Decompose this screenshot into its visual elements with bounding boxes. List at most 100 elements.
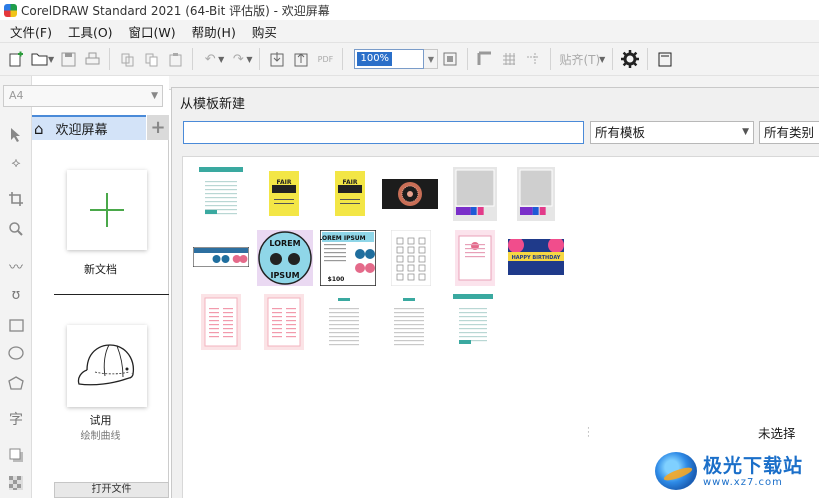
- crop-tool-icon[interactable]: [5, 188, 27, 210]
- cut-icon[interactable]: [115, 47, 139, 71]
- template-thumbnail-report-teal-2[interactable]: [453, 294, 493, 350]
- menu-buy[interactable]: 购买: [244, 22, 285, 41]
- snap-to-dropdown-icon[interactable]: ▼: [599, 55, 605, 64]
- page-size-dropdown[interactable]: A4 ▼: [3, 85, 163, 107]
- template-thumbnail-yellow-flyer-1[interactable]: FAIR: [264, 167, 304, 220]
- menu-file[interactable]: 文件(F): [6, 22, 60, 41]
- home-icon: ⌂: [34, 119, 44, 138]
- template-thumbnail-icon-sheet[interactable]: [391, 230, 431, 286]
- zoom-tool-icon[interactable]: [5, 218, 27, 240]
- template-thumbnail-pink-invite[interactable]: [455, 230, 495, 286]
- site-watermark: 极光下载站 www.xz7.com: [655, 448, 815, 494]
- watermark-main-text: 极光下载站: [703, 454, 804, 477]
- full-screen-preview-icon[interactable]: [438, 47, 462, 71]
- window-title: CorelDRAW Standard 2021 (64-Bit 评估版) - 欢…: [21, 3, 330, 18]
- document-tab-bar: ⌂ 欢迎屏幕 +: [32, 115, 169, 140]
- publish-pdf-icon[interactable]: PDF: [313, 47, 337, 71]
- category-filter-value: 所有类别: [764, 125, 815, 140]
- shape-tool-icon[interactable]: ⟡: [5, 152, 27, 174]
- transparency-tool-icon[interactable]: [5, 472, 27, 494]
- rectangle-tool-icon[interactable]: [5, 314, 27, 336]
- copy-icon[interactable]: [139, 47, 163, 71]
- zoom-level-input[interactable]: 100%: [354, 49, 425, 69]
- svg-text:FAIR: FAIR: [277, 179, 292, 186]
- welcome-panel: ⌂ 欢迎屏幕 + 新文档 试用 绘制曲线 打开文件: [32, 115, 169, 498]
- template-thumbnail-sunglasses-banner[interactable]: [193, 247, 249, 267]
- watermark-url: www.xz7.com: [703, 476, 783, 488]
- pick-tool-icon[interactable]: [5, 124, 27, 146]
- category-filter-dropdown[interactable]: 所有类别: [759, 121, 819, 144]
- template-thumbnail-happy-birthday-banner[interactable]: HAPPY BIRTHDAY: [508, 239, 564, 275]
- template-thumbnail-letter-2[interactable]: [389, 294, 429, 350]
- show-rulers-icon[interactable]: [473, 47, 497, 71]
- new-from-template-dialog: 从模板新建 所有模板 ▼ 所有类别 FAIR FAIR LOREM IPSUM LORE…: [171, 87, 819, 498]
- import-icon[interactable]: [265, 47, 289, 71]
- template-thumbnail-pink-menu-2[interactable]: [264, 294, 304, 350]
- ellipse-tool-icon[interactable]: [5, 342, 27, 364]
- trial-draw-curves-button[interactable]: [67, 325, 147, 407]
- toolbar-separator: [550, 48, 552, 70]
- toolbar-separator: [612, 48, 614, 70]
- menu-bar: 文件(F) 工具(O) 窗口(W) 帮助(H) 购买: [0, 20, 819, 42]
- artistic-media-tool-icon[interactable]: ʊ: [5, 284, 27, 306]
- template-search-input[interactable]: [183, 121, 584, 144]
- template-thumbnail-swatch-grid-2[interactable]: [517, 167, 555, 221]
- menu-tools[interactable]: 工具(O): [60, 22, 121, 41]
- tab-welcome-screen[interactable]: ⌂ 欢迎屏幕: [32, 115, 146, 140]
- template-thumbnail-mandala-banner[interactable]: [382, 179, 438, 209]
- new-document-label: 新文档: [84, 263, 117, 276]
- print-icon[interactable]: [80, 47, 104, 71]
- save-icon[interactable]: [56, 47, 80, 71]
- template-filter-dropdown[interactable]: 所有模板 ▼: [590, 121, 754, 144]
- standard-toolbar: ▼ ↶ ▼ ↷ ▼ PDF 100% ▼ 贴齐(T) ▼: [0, 42, 819, 76]
- open-file-button[interactable]: 打开文件: [54, 482, 169, 498]
- zoom-value: 100%: [357, 52, 393, 66]
- freehand-tool-icon[interactable]: 〰: [5, 256, 27, 278]
- trial-label: 试用: [89, 414, 112, 427]
- template-thumbnail-yellow-flyer-2[interactable]: FAIR: [330, 167, 370, 220]
- page-size-value: A4: [9, 89, 24, 102]
- paste-icon[interactable]: [163, 47, 187, 71]
- tab-welcome-label: 欢迎屏幕: [55, 123, 108, 138]
- polygon-tool-icon[interactable]: [5, 372, 27, 394]
- toolbar-separator: [192, 48, 194, 70]
- template-thumbnail-report-teal[interactable]: [199, 167, 243, 220]
- chevron-down-icon: ▼: [742, 127, 749, 137]
- template-thumbnail-lorem-ipsum-card[interactable]: LOREM IPSUM $100: [320, 230, 376, 286]
- watermark-logo-icon: [655, 452, 697, 490]
- options-gear-icon[interactable]: [618, 47, 642, 71]
- open-dropdown-icon[interactable]: ▼: [48, 55, 54, 64]
- toolbar-separator: [259, 48, 261, 70]
- launch-panel-icon[interactable]: [653, 47, 677, 71]
- resize-grip-icon[interactable]: · · ·: [587, 425, 590, 442]
- template-thumbnail-letter-1[interactable]: [324, 294, 364, 350]
- drop-shadow-tool-icon[interactable]: [5, 444, 27, 466]
- toolbar-separator: [342, 48, 344, 70]
- new-document-icon[interactable]: [4, 47, 28, 71]
- zoom-dropdown-icon[interactable]: ▼: [424, 49, 439, 69]
- template-thumbnail-swatch-grid-1[interactable]: [453, 167, 497, 221]
- redo-dropdown-icon[interactable]: ▼: [246, 55, 252, 64]
- template-thumbnail-pink-menu-1[interactable]: [201, 294, 241, 350]
- snap-to-label[interactable]: 贴齐(T): [556, 51, 603, 68]
- svg-text:IPSUM: IPSUM: [270, 271, 299, 280]
- show-grid-icon[interactable]: [497, 47, 521, 71]
- template-thumbnail-lorem-ipsum-circle[interactable]: LOREM IPSUM: [257, 230, 313, 286]
- menu-window[interactable]: 窗口(W): [121, 22, 184, 41]
- svg-text:LOREM IPSUM: LOREM IPSUM: [320, 235, 366, 242]
- coreldraw-app-icon: [4, 3, 17, 17]
- add-tab-button[interactable]: +: [147, 115, 169, 140]
- export-icon[interactable]: [289, 47, 313, 71]
- svg-text:HAPPY BIRTHDAY: HAPPY BIRTHDAY: [512, 255, 561, 261]
- plus-icon-vertical: [106, 193, 108, 227]
- show-guidelines-icon[interactable]: [521, 47, 545, 71]
- chevron-down-icon: ▼: [151, 91, 158, 101]
- template-gallery: FAIR FAIR LOREM IPSUM LOREM IPSUM $100 HAPPY B…: [182, 156, 819, 498]
- dialog-title: 从模板新建: [180, 97, 246, 112]
- svg-text:$100: $100: [328, 276, 345, 283]
- undo-dropdown-icon[interactable]: ▼: [218, 55, 224, 64]
- menu-help[interactable]: 帮助(H): [184, 22, 244, 41]
- pdf-label: PDF: [317, 54, 334, 64]
- new-document-button[interactable]: [67, 170, 147, 250]
- text-tool-icon[interactable]: 字: [5, 408, 27, 430]
